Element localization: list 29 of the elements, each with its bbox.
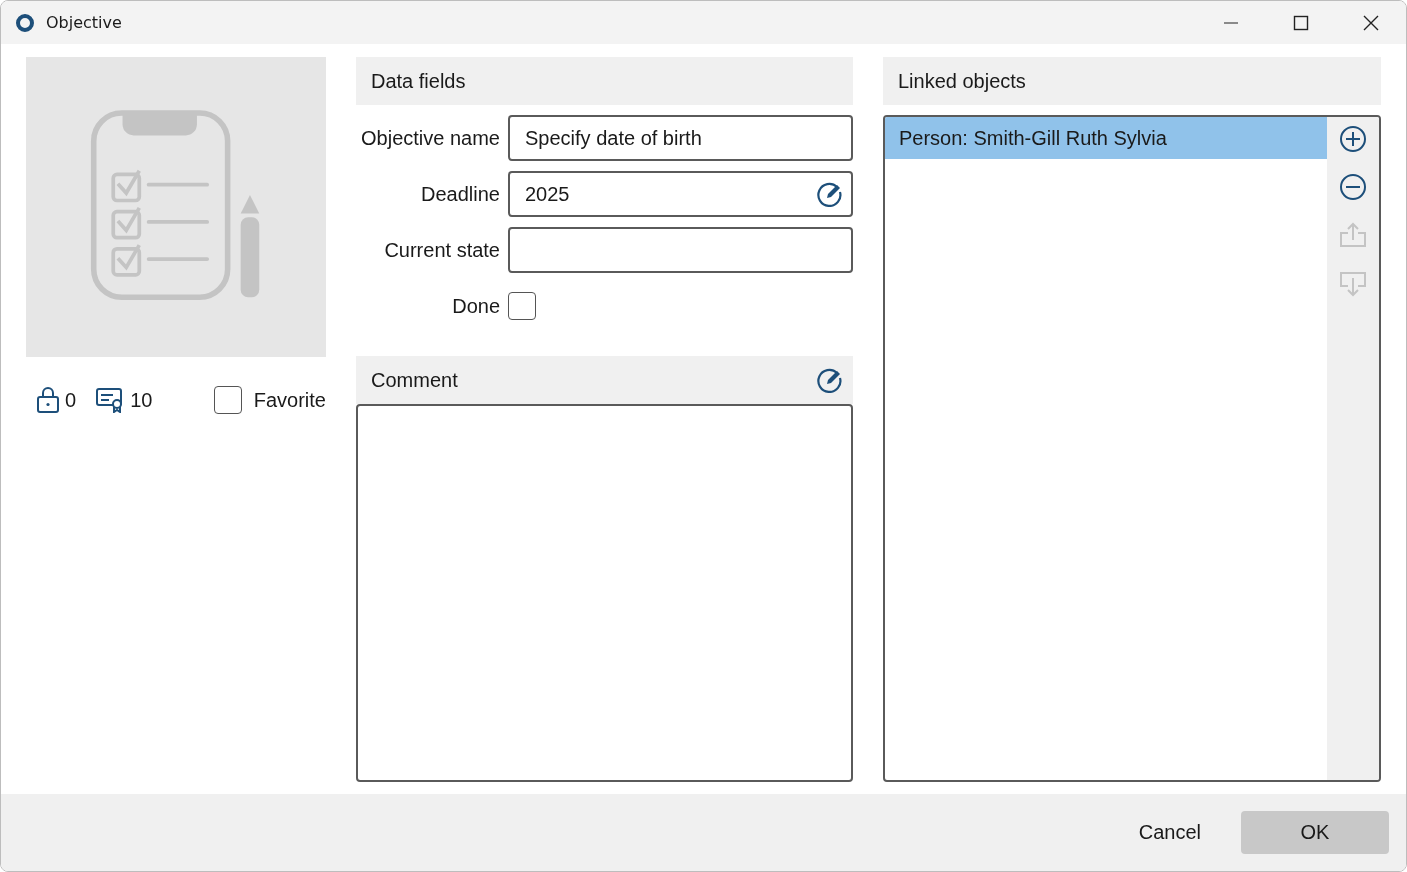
field-label: Deadline bbox=[420, 182, 500, 206]
text-field[interactable]: 2025 bbox=[508, 171, 853, 217]
favorite-label: Favorite bbox=[253, 388, 326, 412]
done-checkbox[interactable] bbox=[508, 292, 536, 320]
edit-icon[interactable] bbox=[817, 367, 843, 393]
lock-count: 0 bbox=[65, 388, 77, 412]
section-header: Data fields bbox=[356, 57, 853, 105]
field-label: Current state bbox=[383, 238, 500, 262]
comment-field[interactable] bbox=[356, 404, 853, 782]
app-logo-icon bbox=[15, 12, 35, 33]
add-circle-icon[interactable] bbox=[1339, 125, 1367, 153]
certificate-icon bbox=[96, 387, 125, 413]
section-header: Linked objects bbox=[883, 57, 1381, 105]
field-label: Objective name bbox=[360, 126, 500, 150]
maximize-icon[interactable] bbox=[1293, 14, 1309, 31]
text-field[interactable] bbox=[508, 227, 853, 273]
lock-icon bbox=[37, 387, 59, 413]
field-label: Done bbox=[451, 294, 500, 318]
text-field[interactable]: Specify date of birth bbox=[508, 115, 853, 161]
remove-circle-icon[interactable] bbox=[1339, 173, 1367, 201]
certificate-count: 10 bbox=[130, 388, 153, 412]
cancel-button[interactable]: Cancel bbox=[1136, 811, 1203, 854]
close-icon[interactable] bbox=[1363, 14, 1379, 31]
list-item[interactable]: Person: Smith-Gill Ruth Sylvia bbox=[885, 117, 1327, 159]
comment-title: Comment bbox=[371, 368, 458, 392]
favorite-checkbox[interactable] bbox=[213, 386, 242, 414]
edit-icon[interactable] bbox=[817, 181, 843, 207]
window-title: Objective bbox=[46, 13, 122, 32]
ok-button[interactable]: OK bbox=[1241, 811, 1389, 854]
